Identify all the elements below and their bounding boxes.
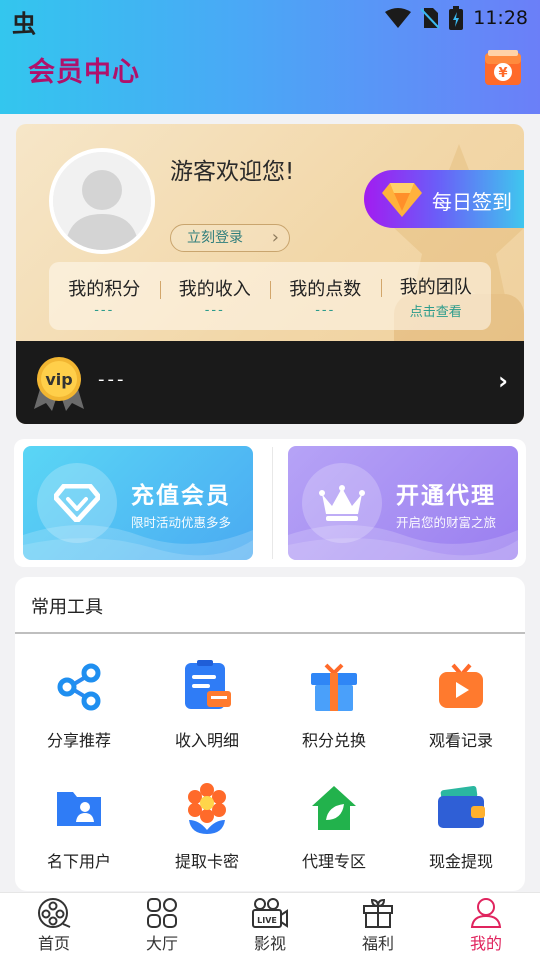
tools-divider xyxy=(15,632,525,634)
agent-title: 开通代理 xyxy=(396,483,496,509)
gift-box-icon xyxy=(311,663,357,711)
tool-downline-users[interactable]: 名下用户 xyxy=(15,780,143,872)
login-button-label: 立刻登录 xyxy=(187,230,243,246)
open-agent-card[interactable]: 开通代理 开启您的财富之旅 xyxy=(288,446,518,560)
agent-subtitle: 开启您的财富之旅 xyxy=(396,515,497,530)
avatar[interactable] xyxy=(49,148,155,254)
stat-value: --- xyxy=(204,302,225,318)
tool-extract-card-key[interactable]: 提取卡密 xyxy=(143,780,271,872)
stat-credits[interactable]: 我的点数 --- xyxy=(270,275,381,318)
recharge-vip-card[interactable]: 充值会员 限时活动优惠多多 xyxy=(23,446,253,560)
stat-label: 我的点数 xyxy=(289,278,362,300)
bottom-tab-bar: 首页 大厅 LIVE 影视 福利 我的 xyxy=(0,892,540,960)
tab-home[interactable]: 首页 xyxy=(0,893,108,960)
tv-play-icon xyxy=(439,663,483,708)
diamond-icon xyxy=(382,183,422,217)
tab-mine[interactable]: 我的 xyxy=(432,893,540,960)
promo-section: 充值会员 限时活动优惠多多 开通代理 开启您的财富之旅 xyxy=(14,439,526,567)
stat-points[interactable]: 我的积分 --- xyxy=(49,275,160,318)
stat-label: 我的积分 xyxy=(68,278,141,300)
header: 虫 11:28 会员中心 ¥ xyxy=(0,0,540,114)
chevron-right-icon: › xyxy=(498,367,508,395)
stat-income[interactable]: 我的收入 --- xyxy=(159,275,271,318)
status-time: 11:28 xyxy=(473,7,528,29)
profile-icon xyxy=(470,898,502,928)
wallet-yen-icon[interactable]: ¥ xyxy=(484,50,522,86)
stat-team[interactable]: 我的团队 点击查看 xyxy=(380,273,492,320)
tool-label: 代理专区 xyxy=(301,852,366,871)
recharge-subtitle: 限时活动优惠多多 xyxy=(131,515,232,530)
vip-bar[interactable]: vip --- › xyxy=(16,341,524,424)
tool-points-exchange[interactable]: 积分兑换 xyxy=(270,659,398,751)
tool-label: 分享推荐 xyxy=(46,731,111,750)
battery-icon xyxy=(449,6,464,30)
tool-watch-history[interactable]: 观看记录 xyxy=(397,659,525,751)
tool-label: 观看记录 xyxy=(428,731,493,750)
tab-label: 大厅 xyxy=(145,934,178,953)
promo-divider xyxy=(272,447,273,559)
user-folder-icon xyxy=(57,792,101,826)
vip-diamond-icon xyxy=(37,463,117,543)
status-app-icon: 虫 xyxy=(12,10,36,38)
tab-welfare[interactable]: 福利 xyxy=(324,893,432,960)
tab-label: 首页 xyxy=(37,934,70,953)
user-card: 游客欢迎您! 立刻登录 › 每日签到 我的积分 --- 我的收入 --- 我的点… xyxy=(16,124,524,424)
tool-share[interactable]: 分享推荐 xyxy=(15,659,143,751)
tool-label: 积分兑换 xyxy=(301,731,366,750)
status-icons: 11:28 xyxy=(385,6,528,30)
stat-label: 我的收入 xyxy=(178,278,251,300)
no-sim-icon xyxy=(421,8,440,29)
film-reel-icon xyxy=(38,898,71,928)
wifi-icon xyxy=(385,8,412,28)
gift-icon xyxy=(363,898,393,928)
vip-badge-icon: vip xyxy=(34,357,84,411)
tool-label: 名下用户 xyxy=(46,852,111,871)
house-leaf-icon xyxy=(312,786,356,830)
vip-badge-text: vip xyxy=(45,370,72,389)
recharge-title: 充值会员 xyxy=(131,483,231,509)
welcome-text: 游客欢迎您! xyxy=(170,159,295,185)
tool-cash-withdraw[interactable]: 现金提现 xyxy=(397,780,525,872)
stat-value: 点击查看 xyxy=(409,304,462,320)
tab-video[interactable]: LIVE 影视 xyxy=(216,893,324,960)
chevron-right-icon: › xyxy=(271,227,279,248)
stat-label: 我的团队 xyxy=(399,276,472,298)
tool-income-detail[interactable]: 收入明细 xyxy=(143,659,271,751)
daily-checkin-button[interactable]: 每日签到 xyxy=(364,170,524,228)
tools-section: 常用工具 分享推荐 收入明细 积分兑换 观看记录 名下用户 提取卡密 代理专区 … xyxy=(15,577,525,891)
tool-agent-zone[interactable]: 代理专区 xyxy=(270,780,398,872)
vip-status: --- xyxy=(98,369,127,390)
grid-icon xyxy=(147,898,177,928)
crown-icon xyxy=(302,463,382,543)
stat-value: --- xyxy=(315,302,336,318)
stats-panel: 我的积分 --- 我的收入 --- 我的点数 --- 我的团队 点击查看 xyxy=(49,262,491,330)
daily-checkin-label: 每日签到 xyxy=(432,190,512,214)
tab-hall[interactable]: 大厅 xyxy=(108,893,216,960)
tab-label: 我的 xyxy=(469,934,502,953)
tab-label: 影视 xyxy=(253,934,286,953)
status-bar: 虫 11:28 xyxy=(0,0,540,38)
login-button[interactable]: 立刻登录 › xyxy=(170,224,290,252)
tool-label: 现金提现 xyxy=(428,852,493,871)
wallet-icon xyxy=(438,785,485,828)
tool-label: 收入明细 xyxy=(174,731,239,750)
wallet-yen-glyph: ¥ xyxy=(498,66,507,81)
live-camera-icon: LIVE xyxy=(252,898,288,928)
page-title: 会员中心 xyxy=(28,57,140,88)
tool-label: 提取卡密 xyxy=(174,852,239,871)
stat-value: --- xyxy=(94,302,115,318)
share-icon xyxy=(57,663,101,711)
live-icon-text: LIVE xyxy=(257,916,277,925)
tools-title: 常用工具 xyxy=(31,597,103,618)
income-detail-icon xyxy=(185,660,231,709)
tab-label: 福利 xyxy=(361,934,394,953)
flower-icon xyxy=(188,783,226,834)
